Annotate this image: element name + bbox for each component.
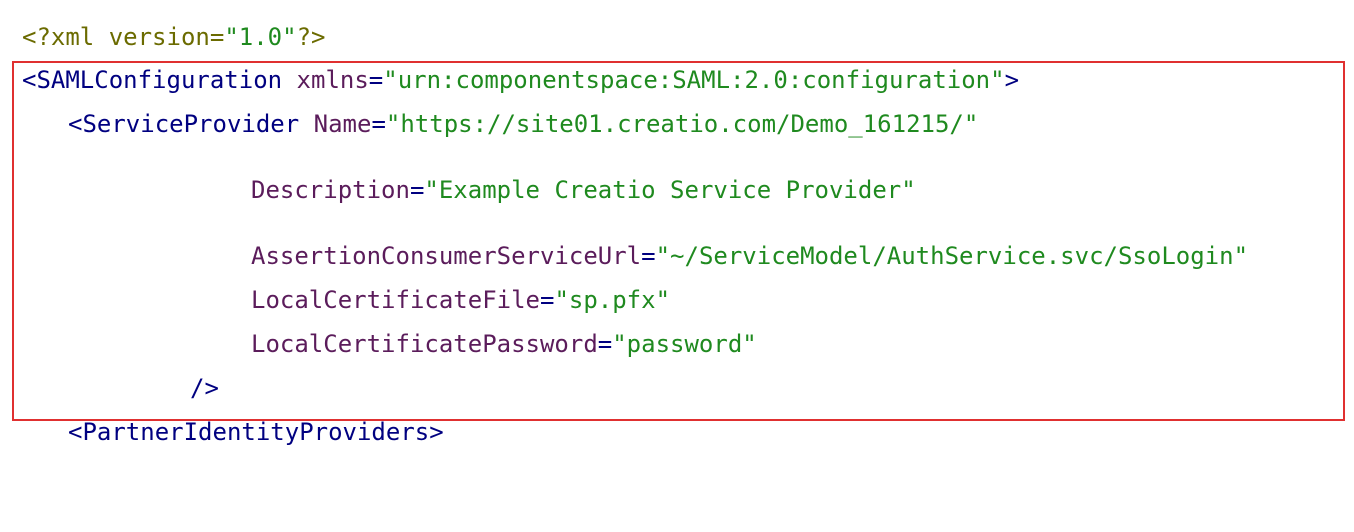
xml-decl-close: ?> xyxy=(296,23,326,51)
saml-config-xmlns-attr: xmlns xyxy=(296,66,369,94)
cert-password-value: "password" xyxy=(612,330,757,358)
xml-decl-open: <?xml xyxy=(22,23,95,51)
description-value: "Example Creatio Service Provider" xyxy=(424,176,916,204)
service-provider-self-close: /> xyxy=(190,374,219,402)
cert-file-attr: LocalCertificateFile xyxy=(251,286,540,314)
service-provider-open-tag: <ServiceProvider xyxy=(68,110,300,138)
saml-configuration-line: <SAMLConfiguration xmlns="urn:components… xyxy=(22,65,1019,95)
xml-decl-attr: version xyxy=(108,23,210,51)
cert-password-attr: LocalCertificatePassword xyxy=(251,330,598,358)
service-provider-name-eq: = xyxy=(371,110,386,138)
cert-file-line: LocalCertificateFile="sp.pfx" xyxy=(251,285,670,315)
acs-url-value: "~/ServiceModel/AuthService.svc/SsoLogin… xyxy=(655,242,1249,270)
saml-config-xmlns-value: "urn:componentspace:SAML:2.0:configurati… xyxy=(383,66,1005,94)
service-provider-line: <ServiceProvider Name="https://site01.cr… xyxy=(68,109,978,139)
partner-identity-providers-line: <PartnerIdentityProviders> xyxy=(68,417,444,447)
service-provider-name-attr: Name xyxy=(313,110,372,138)
description-eq: = xyxy=(409,176,425,204)
saml-config-eq: = xyxy=(368,66,384,94)
acs-url-eq: = xyxy=(641,242,656,270)
partner-idp-open-tag: <PartnerIdentityProviders xyxy=(68,418,430,446)
cert-password-eq: = xyxy=(597,330,613,358)
xml-code-view: <?xml version="1.0"?> <SAMLConfiguration… xyxy=(0,0,1354,481)
service-provider-name-value: "https://site01.creatio.com/Demo_161215/… xyxy=(385,110,979,138)
cert-file-value: "sp.pfx" xyxy=(554,286,671,314)
partner-idp-close-bracket: > xyxy=(429,418,444,446)
description-attr: Description xyxy=(251,176,410,204)
xml-decl-value: "1.0" xyxy=(224,23,297,51)
xml-decl-eq: = xyxy=(209,23,225,51)
cert-password-line: LocalCertificatePassword="password" xyxy=(251,329,757,359)
acs-url-attr: AssertionConsumerServiceUrl xyxy=(251,242,642,270)
saml-config-open-tag: <SAMLConfiguration xyxy=(22,66,283,94)
xml-declaration-line: <?xml version="1.0"?> xyxy=(22,22,325,52)
saml-config-close-bracket: > xyxy=(1004,66,1020,94)
acs-url-line: AssertionConsumerServiceUrl="~/ServiceMo… xyxy=(251,241,1248,271)
description-line: Description="Example Creatio Service Pro… xyxy=(251,175,916,205)
cert-file-eq: = xyxy=(539,286,555,314)
service-provider-self-close-line: /> xyxy=(190,373,219,403)
